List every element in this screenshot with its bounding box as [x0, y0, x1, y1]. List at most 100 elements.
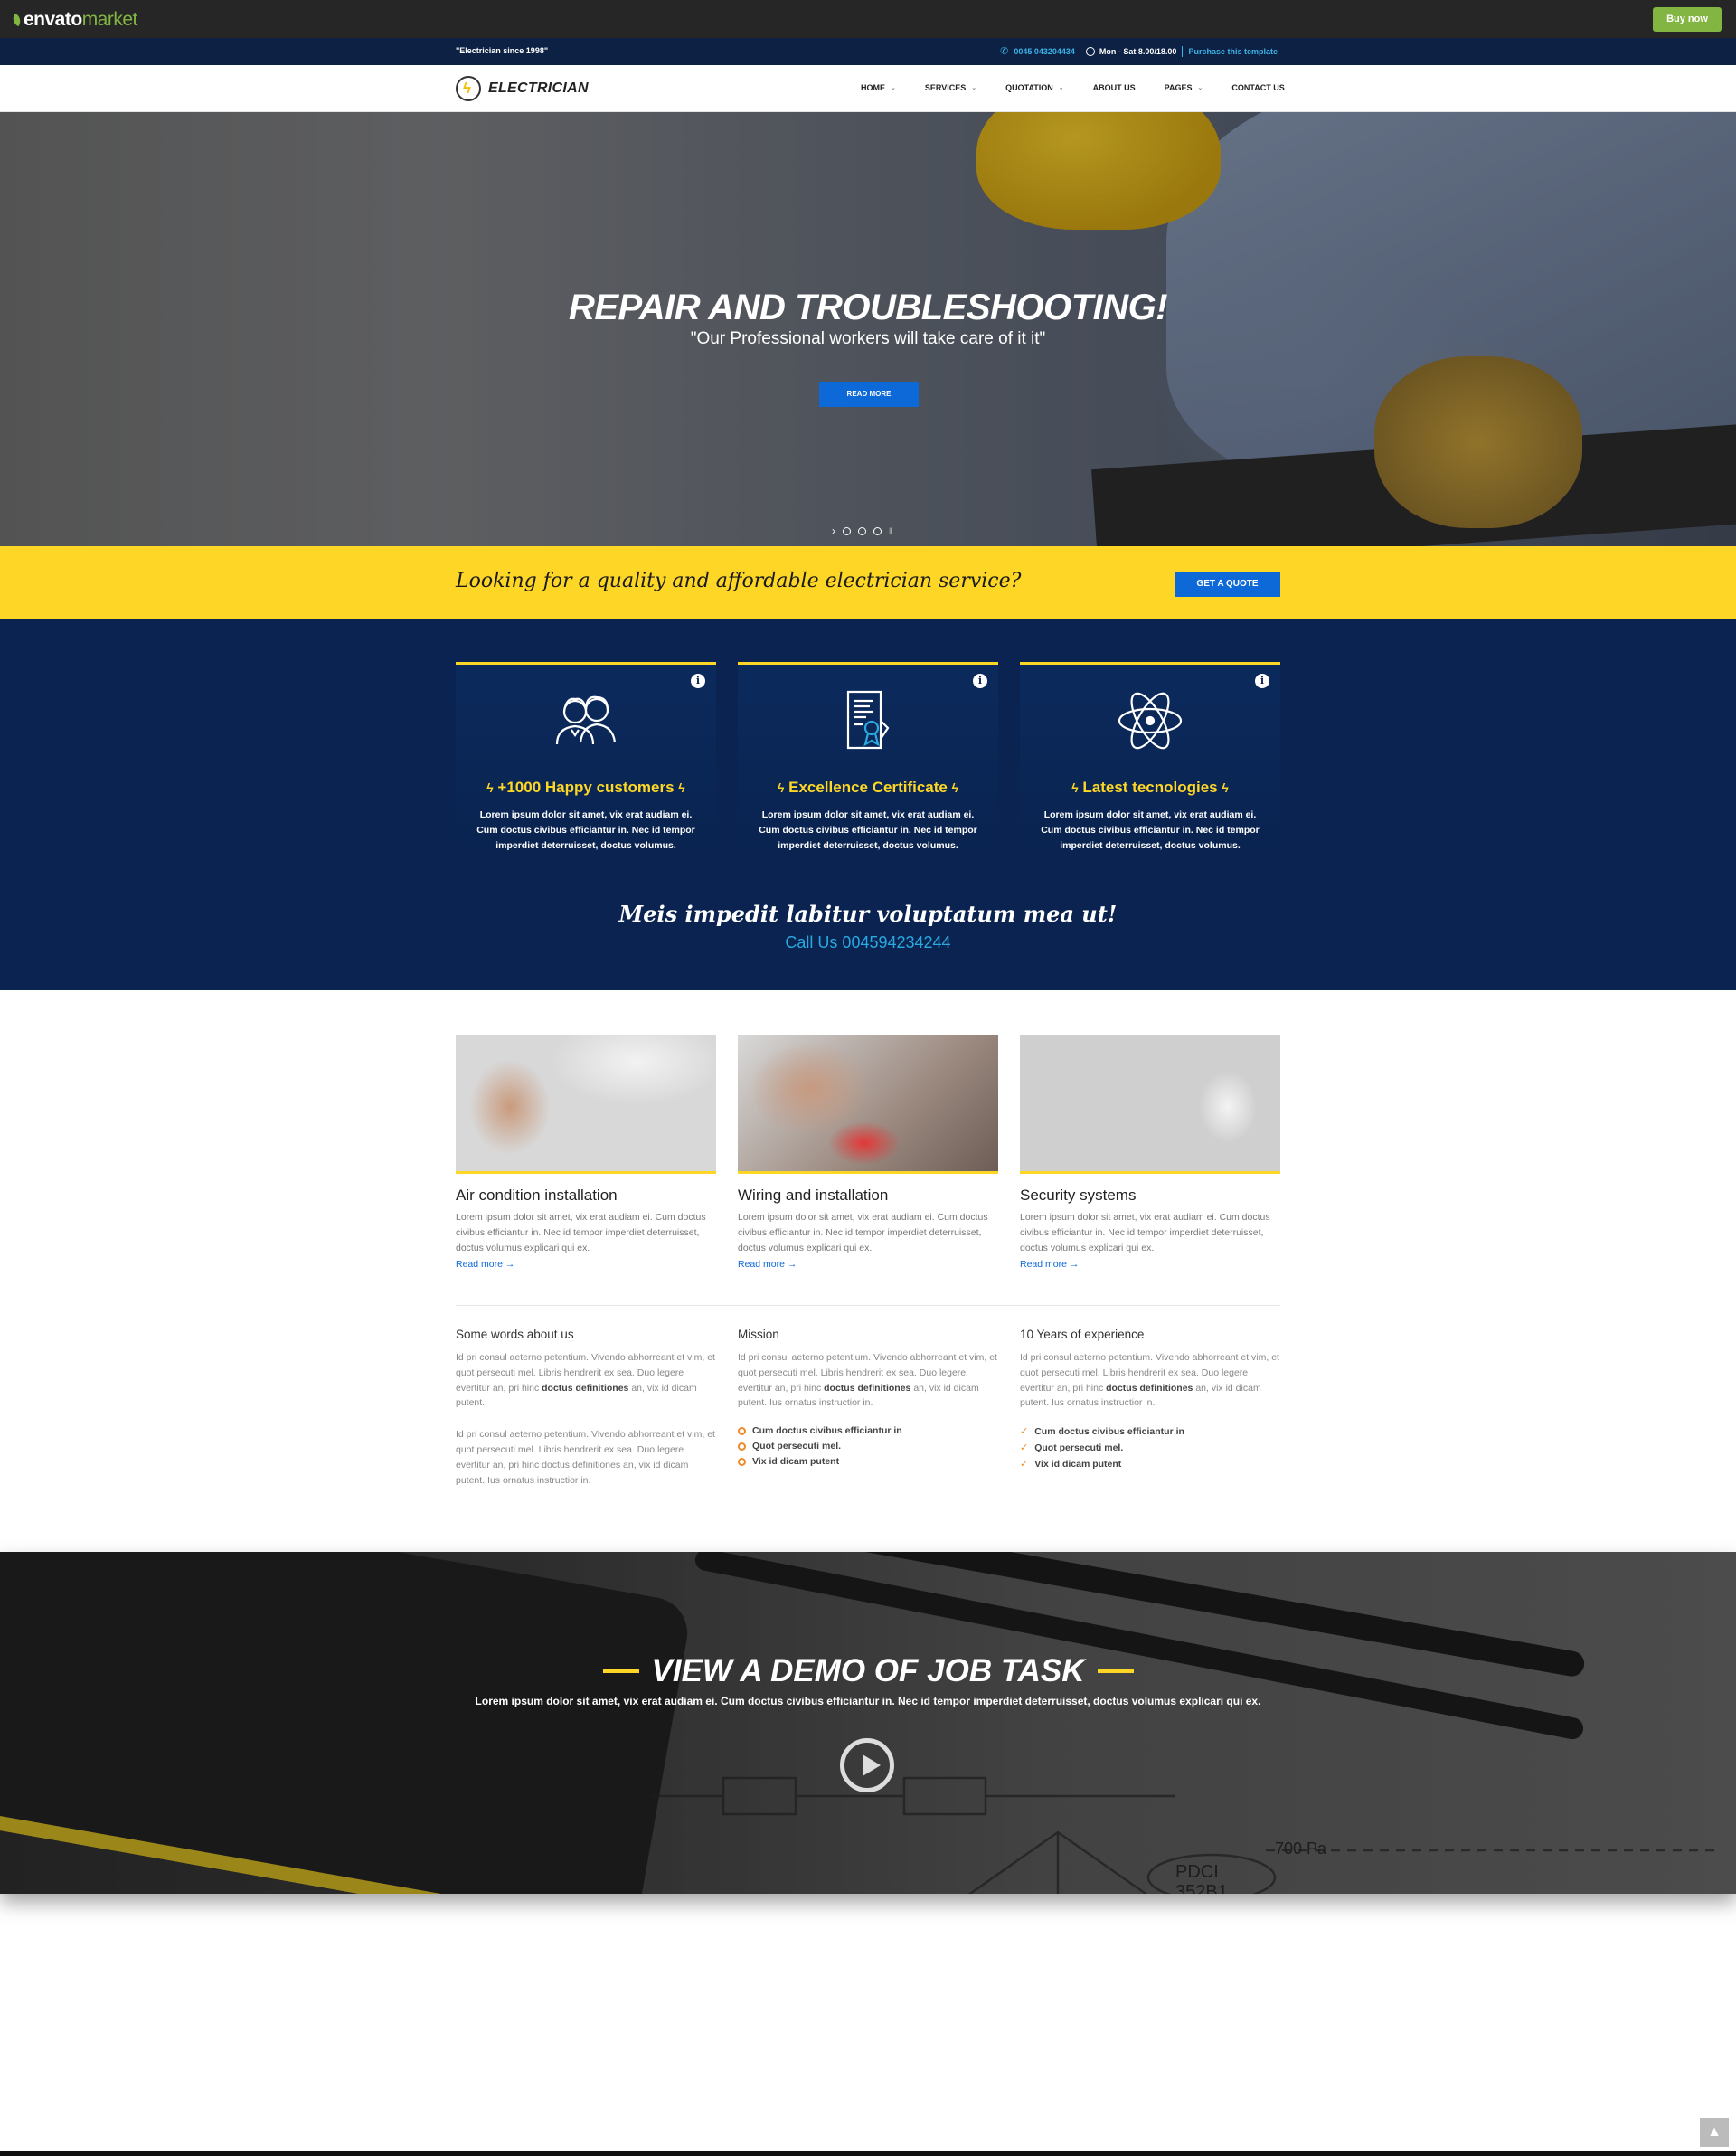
- info-icon[interactable]: i: [973, 674, 987, 688]
- chevron-down-icon: ⌄: [971, 85, 977, 91]
- list-item: ✓ Quot persecuti mel.: [1020, 1442, 1124, 1454]
- about-paragraph: Id pri consul aeterno petentium. Vivendo…: [456, 1352, 715, 1409]
- features-tagline: Meis impedit labitur voluptatum mea ut!: [618, 901, 1118, 927]
- site-logo[interactable]: ϟ ELECTRICIAN: [456, 76, 589, 101]
- service-card: Security systems Lorem ipsum dolor sit a…: [1020, 1035, 1280, 1272]
- tagline: "Electrician since 1998": [456, 46, 549, 55]
- title-dash: [1097, 1669, 1134, 1673]
- certificate-icon: [846, 690, 890, 750]
- get-quote-button[interactable]: GET A QUOTE: [1175, 572, 1280, 597]
- cta-banner: Looking for a quality and affordable ele…: [0, 546, 1736, 619]
- slider-dot[interactable]: [858, 526, 866, 535]
- envato-logo[interactable]: envato market: [11, 9, 138, 31]
- section-divider: [456, 1305, 1280, 1306]
- service-text: Lorem ipsum dolor sit amet, vix erat aud…: [1020, 1212, 1270, 1253]
- service-image-security[interactable]: [1020, 1035, 1280, 1174]
- service-card: Air condition installation Lorem ipsum d…: [456, 1035, 716, 1272]
- logo-text: ELECTRICIAN: [488, 80, 589, 96]
- next-arrow-icon[interactable]: ›: [832, 525, 835, 537]
- read-more-link[interactable]: Read more →: [1020, 1259, 1079, 1270]
- buy-now-button[interactable]: Buy now: [1653, 7, 1722, 32]
- mission-list: Cum doctus civibus efficiantur in Quot p…: [738, 1425, 998, 1467]
- list-item: ✓ Vix id dicam putent: [1020, 1458, 1122, 1470]
- check-icon: ✓: [1020, 1426, 1029, 1438]
- service-title: Air condition installation: [456, 1187, 618, 1204]
- list-item: Quot persecuti mel.: [738, 1441, 998, 1452]
- experience-title: 10 Years of experience: [1020, 1328, 1145, 1341]
- demo-subtitle: Lorem ipsum dolor sit amet, vix erat aud…: [475, 1695, 1261, 1707]
- list-item: Vix id dicam putent: [738, 1456, 998, 1467]
- nav-item-contact[interactable]: CONTACT US: [1231, 83, 1284, 92]
- chevron-down-icon: ⌄: [1058, 85, 1064, 91]
- mission-column: Mission Id pri consul aeterno petentium.…: [738, 1328, 998, 1471]
- slider-dot[interactable]: [843, 526, 851, 535]
- feature-text: Lorem ipsum dolor sit amet, vix erat aud…: [759, 809, 977, 851]
- service-text: Lorem ipsum dolor sit amet, vix erat aud…: [456, 1212, 706, 1253]
- phone-icon: ✆: [1000, 46, 1009, 57]
- service-image-ac[interactable]: [456, 1035, 716, 1174]
- about-column: Some words about us Id pri consul aetern…: [456, 1328, 716, 1488]
- opening-hours: Mon - Sat 8.00/18.00: [1099, 46, 1177, 56]
- envato-logo-market: market: [81, 9, 138, 30]
- about-title: Some words about us: [456, 1328, 574, 1341]
- feature-title: ϟ Excellence Certificate ϟ: [777, 779, 959, 796]
- hero-slider: REPAIR AND TROUBLESHOOTING! "Our Profess…: [0, 112, 1736, 546]
- chevron-down-icon: ⌄: [891, 85, 896, 91]
- check-icon: ✓: [1020, 1442, 1029, 1454]
- separator: [1182, 45, 1184, 57]
- feature-card: i ϟ Latest tecnologies ϟ Lorem ipsum dol…: [1020, 662, 1280, 859]
- read-more-button[interactable]: READ MORE: [819, 382, 919, 407]
- feature-card: i ϟ Excellence Certificate ϟ Lorem ipsum…: [738, 662, 998, 859]
- purchase-link[interactable]: Purchase this template: [1188, 47, 1278, 56]
- nav-item-quotation[interactable]: QUOTATION ⌄: [1005, 83, 1064, 92]
- read-more-link[interactable]: Read more →: [456, 1259, 514, 1270]
- info-icon[interactable]: i: [1255, 674, 1269, 688]
- slider-dot[interactable]: [873, 526, 882, 535]
- info-icon[interactable]: i: [691, 674, 705, 688]
- bullet-circle-icon: [738, 1442, 746, 1451]
- service-title: Security systems: [1020, 1187, 1137, 1204]
- mission-paragraph: Id pri consul aeterno petentium. Vivendo…: [738, 1352, 997, 1409]
- slider-controls: › ǁ: [832, 525, 892, 537]
- demo-section: 700 Pa PDCI 352B1 VIEW A DEMO OF JOB TAS…: [0, 1552, 1736, 1894]
- title-dash: [602, 1669, 639, 1673]
- experience-list: ✓ Cum doctus civibus efficiantur in ✓ Quot…: [1020, 1425, 1280, 1470]
- pause-icon[interactable]: ǁ: [889, 526, 892, 535]
- experience-paragraph: Id pri consul aeterno petentium. Vivendo…: [1020, 1352, 1279, 1409]
- service-title: Wiring and installation: [738, 1187, 889, 1204]
- nav-item-services[interactable]: SERVICES ⌄: [925, 83, 976, 92]
- footer-edge: [0, 2151, 1736, 2156]
- nav-item-home[interactable]: HOME ⌄: [861, 83, 896, 92]
- service-image-wiring[interactable]: [738, 1035, 998, 1174]
- read-more-link[interactable]: Read more →: [738, 1259, 797, 1270]
- chevron-down-icon: ⌄: [1197, 85, 1203, 91]
- feature-text: Lorem ipsum dolor sit amet, vix erat aud…: [1041, 809, 1260, 851]
- service-text: Lorem ipsum dolor sit amet, vix erat aud…: [738, 1212, 988, 1253]
- scroll-to-top-button[interactable]: ▲: [1700, 2118, 1729, 2147]
- feature-title: ϟ +1000 Happy customers ϟ: [486, 779, 685, 796]
- experience-column: 10 Years of experience Id pri consul aet…: [1020, 1328, 1280, 1474]
- nav-item-pages[interactable]: PAGES ⌄: [1165, 83, 1203, 92]
- call-us-text[interactable]: Call Us 004594234244: [0, 933, 1736, 952]
- phone-number[interactable]: 0045 043204434: [1014, 47, 1075, 56]
- list-item: ✓ Cum doctus civibus efficiantur in: [1020, 1425, 1184, 1438]
- demo-title: VIEW A DEMO OF JOB TASK: [651, 1653, 1085, 1688]
- list-item: Cum doctus civibus efficiantur in: [738, 1425, 998, 1436]
- feature-title: ϟ Latest tecnologies ϟ: [1071, 779, 1229, 796]
- top-info-bar: "Electrician since 1998" ✆ 0045 04320443…: [0, 38, 1736, 65]
- cta-text: Looking for a quality and affordable ele…: [456, 570, 1022, 592]
- about-paragraph: Id pri consul aeterno petentium. Vivendo…: [456, 1429, 715, 1486]
- feature-text: Lorem ipsum dolor sit amet, vix erat aud…: [476, 809, 695, 851]
- play-icon[interactable]: [840, 1738, 894, 1792]
- bullet-circle-icon: [738, 1426, 746, 1435]
- service-card: Wiring and installation Lorem ipsum dolo…: [738, 1035, 998, 1272]
- clock-icon: [1085, 46, 1095, 56]
- demo-overlay: [0, 1552, 1736, 1894]
- envato-logo-main: envato: [24, 9, 82, 30]
- contact-info: ✆ 0045 043204434 Mon - Sat 8.00/18.00 Pu…: [1000, 45, 1278, 57]
- main-nav: HOME ⌄ SERVICES ⌄ QUOTATION ⌄ ABOUT US PAGE…: [861, 83, 1314, 92]
- mission-title: Mission: [738, 1328, 779, 1341]
- atom-icon: [1118, 692, 1183, 750]
- hero-title: REPAIR AND TROUBLESHOOTING!: [568, 288, 1168, 327]
- nav-item-about[interactable]: ABOUT US: [1093, 83, 1136, 92]
